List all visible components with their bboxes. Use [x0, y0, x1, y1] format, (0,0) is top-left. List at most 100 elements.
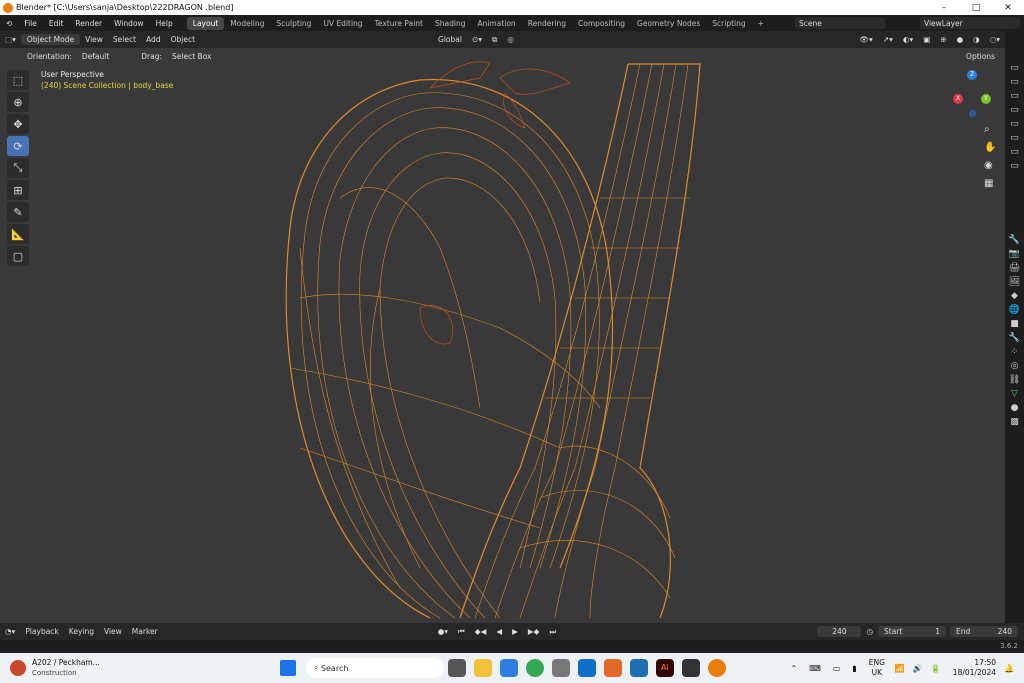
tab-shading[interactable]: Shading — [429, 17, 471, 30]
autokey-icon[interactable]: ●▾ — [433, 627, 453, 636]
collection-visibility-icon[interactable]: ▭ — [1008, 91, 1022, 103]
xray-toggle-icon[interactable]: ▣ — [918, 35, 935, 44]
tab-texture-paint[interactable]: Texture Paint — [369, 17, 429, 30]
menu-view[interactable]: View — [80, 35, 108, 44]
collection-visibility-icon[interactable]: ▭ — [1008, 105, 1022, 117]
tab-modeling[interactable]: Modeling — [224, 17, 270, 30]
modifier-props-icon[interactable]: 🔧 — [1008, 333, 1022, 345]
keying-menu[interactable]: Keying — [64, 627, 99, 636]
tab-animation[interactable]: Animation — [471, 17, 521, 30]
timeline-editor-icon[interactable]: ◔▾ — [0, 627, 20, 636]
prev-keyframe-icon[interactable]: ◆◀ — [470, 627, 492, 636]
marker-menu[interactable]: Marker — [127, 627, 163, 636]
rotate-tool-icon[interactable]: ⟳ — [7, 136, 29, 156]
shading-wireframe-icon[interactable]: ⊕ — [935, 35, 951, 44]
physics-props-icon[interactable]: ◎ — [1008, 361, 1022, 373]
menu-render[interactable]: Render — [69, 19, 108, 28]
menu-file[interactable]: File — [18, 19, 43, 28]
gizmo-toggle-icon[interactable]: ↗▾ — [878, 35, 898, 44]
chrome-icon[interactable] — [525, 659, 544, 677]
navigation-gizmo[interactable]: Z X Y — [953, 70, 993, 117]
ortho-grid-icon[interactable]: ▦ — [984, 178, 998, 196]
keyboard-icon[interactable]: ⌨ — [809, 664, 821, 673]
camera-view-icon[interactable]: ◉ — [984, 160, 998, 178]
language-indicator[interactable]: ENG UK — [869, 658, 885, 678]
outlook-icon[interactable] — [577, 659, 596, 677]
scale-tool-icon[interactable]: ⤡ — [7, 158, 29, 178]
add-workspace-button[interactable]: + — [752, 17, 770, 30]
orientation-dropdown[interactable]: Default — [77, 52, 114, 61]
mail-icon[interactable] — [629, 659, 648, 677]
collection-visibility-icon[interactable]: ▭ — [1008, 133, 1022, 145]
tool-props-icon[interactable]: 🔧 — [1008, 235, 1022, 247]
volume-icon[interactable]: 🔊 — [913, 664, 923, 673]
collection-visibility-icon[interactable]: ▭ — [1008, 161, 1022, 173]
tab-layout[interactable]: Layout — [186, 16, 225, 30]
menu-select[interactable]: Select — [108, 35, 141, 44]
gizmo-z-axis[interactable]: Z — [967, 70, 977, 80]
world-props-icon[interactable]: 🌐 — [1008, 305, 1022, 317]
menu-edit[interactable]: Edit — [43, 19, 70, 28]
proportional-edit-icon[interactable]: ◎ — [502, 35, 519, 44]
visibility-icon[interactable]: 👁▾ — [855, 35, 878, 44]
tab-geometry-nodes[interactable]: Geometry Nodes — [631, 17, 706, 30]
clock[interactable]: 17:50 18/01/2024 — [953, 658, 996, 678]
particles-props-icon[interactable]: ⁘ — [1008, 347, 1022, 359]
start-frame-field[interactable]: Start 1 — [878, 626, 946, 637]
data-props-icon[interactable]: ▽ — [1008, 389, 1022, 401]
pan-hand-icon[interactable]: ✋ — [984, 142, 998, 160]
collection-visibility-icon[interactable]: ▭ — [1008, 63, 1022, 75]
file-explorer-icon[interactable] — [473, 659, 492, 677]
collection-visibility-icon[interactable]: ▭ — [1008, 119, 1022, 131]
gizmo-y-axis[interactable]: Y — [981, 94, 991, 104]
add-cube-tool-icon[interactable]: ▢ — [7, 246, 29, 266]
tray-chevron-icon[interactable]: ⌃ — [791, 664, 798, 673]
menu-window[interactable]: Window — [108, 19, 150, 28]
mode-dropdown[interactable]: Object Mode — [20, 34, 81, 45]
tab-sculpting[interactable]: Sculpting — [270, 17, 317, 30]
battery-icon[interactable]: ▮ — [852, 664, 856, 673]
notifications-bell-icon[interactable]: 🔔 — [1004, 664, 1014, 673]
texture-props-icon[interactable]: ▩ — [1008, 417, 1022, 429]
view-layer-props-icon[interactable]: 🖼 — [1008, 277, 1022, 289]
shading-material-icon[interactable]: ◑ — [968, 35, 985, 44]
next-keyframe-icon[interactable]: ▶◆ — [523, 627, 545, 636]
end-frame-field[interactable]: End 240 — [950, 626, 1018, 637]
play-reverse-icon[interactable]: ◀ — [491, 627, 507, 636]
maximize-button[interactable]: □ — [960, 3, 992, 13]
shading-solid-icon[interactable]: ● — [952, 35, 969, 44]
material-props-icon[interactable]: ● — [1008, 403, 1022, 415]
illustrator-icon[interactable]: Ai — [655, 659, 674, 677]
pivot-icon[interactable]: ⊙▾ — [467, 35, 487, 44]
blender-taskbar-icon[interactable] — [707, 659, 726, 677]
task-view-icon[interactable] — [447, 659, 466, 677]
shading-rendered-icon[interactable]: ○▾ — [985, 35, 1005, 44]
snap-icon[interactable]: ⧉ — [487, 35, 502, 45]
news-widget-icon[interactable] — [10, 660, 26, 676]
minimize-button[interactable]: – — [928, 3, 960, 13]
collection-visibility-icon[interactable]: ▭ — [1008, 77, 1022, 89]
tab-rendering[interactable]: Rendering — [522, 17, 572, 30]
tab-uv-editing[interactable]: UV Editing — [317, 17, 368, 30]
blender-menu-icon[interactable]: ⟲ — [0, 19, 18, 28]
play-icon[interactable]: ▶ — [507, 627, 523, 636]
collection-visibility-icon[interactable]: ▭ — [1008, 147, 1022, 159]
constraints-props-icon[interactable]: ⛓ — [1008, 375, 1022, 387]
zoom-icon[interactable]: ⌕ — [984, 124, 998, 142]
battery-status-icon[interactable]: 🔋 — [931, 664, 941, 673]
store-icon[interactable] — [499, 659, 518, 677]
close-button[interactable]: ✕ — [992, 3, 1024, 13]
options-dropdown[interactable]: Options — [960, 50, 1001, 62]
select-box-tool-icon[interactable]: ⬚ — [7, 70, 29, 90]
wifi-icon[interactable]: 📶 — [895, 664, 905, 673]
tab-scripting[interactable]: Scripting — [706, 17, 751, 30]
windows-start-icon[interactable] — [279, 660, 296, 676]
settings-gear-icon[interactable] — [551, 659, 570, 677]
menu-object[interactable]: Object — [166, 35, 200, 44]
editor-type-icon[interactable]: ⬚▾ — [0, 35, 21, 44]
scene-selector[interactable]: Scene — [795, 17, 885, 29]
gizmo-neg-z[interactable] — [969, 110, 976, 117]
menu-add[interactable]: Add — [141, 35, 166, 44]
jump-end-icon[interactable]: ⏭ — [544, 627, 561, 637]
object-props-icon[interactable]: ■ — [1008, 319, 1022, 331]
